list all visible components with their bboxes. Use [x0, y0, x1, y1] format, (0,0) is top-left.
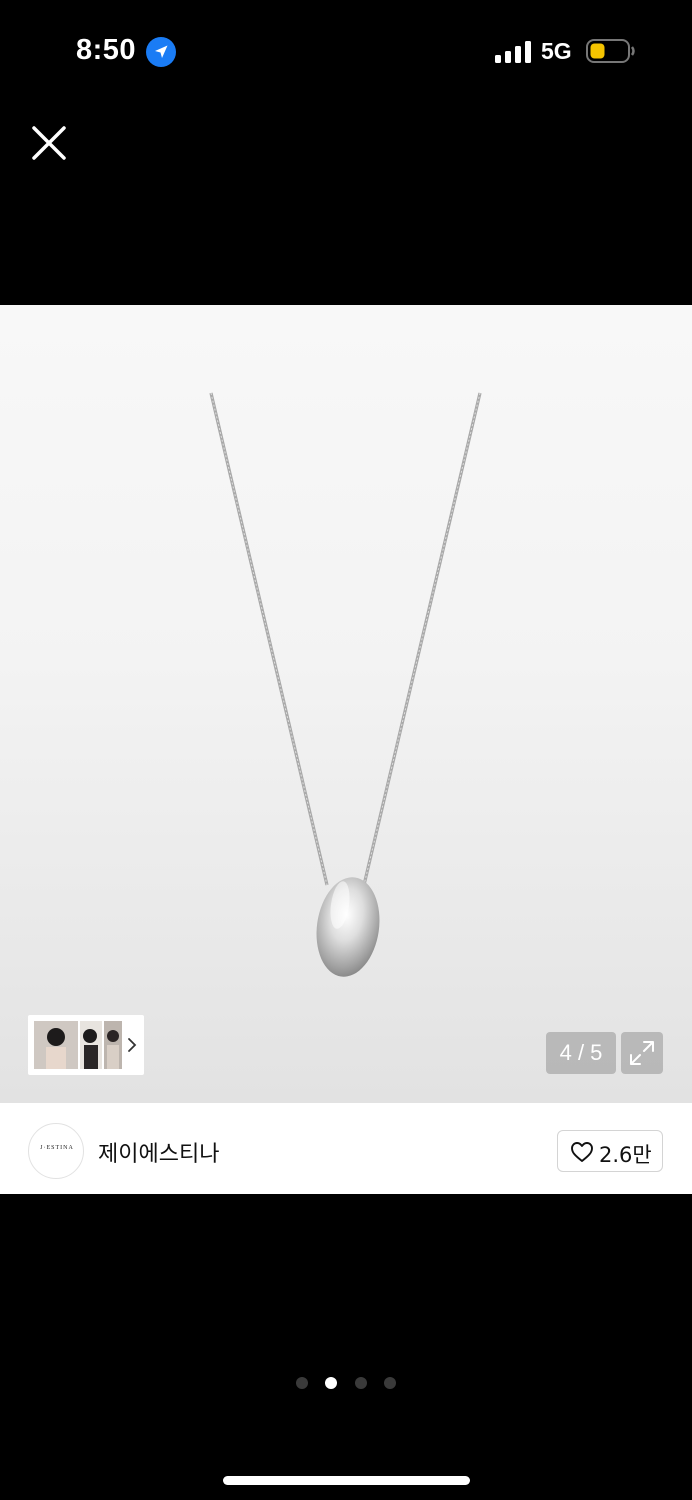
- brand-name[interactable]: 제이에스티나: [98, 1136, 219, 1168]
- expand-icon: [630, 1041, 654, 1065]
- page-dot[interactable]: [355, 1377, 367, 1389]
- network-type: 5G: [541, 38, 572, 64]
- page-dot[interactable]: [384, 1377, 396, 1389]
- brand-logo[interactable]: J·ESTINA: [28, 1123, 84, 1179]
- heart-outline-icon: [571, 1142, 593, 1162]
- brand-logo-text: J·ESTINA: [40, 1145, 74, 1151]
- product-image[interactable]: 4 / 5: [0, 305, 692, 1103]
- signal-bars-icon: [495, 41, 531, 63]
- page-dot-active[interactable]: [325, 1377, 337, 1389]
- location-arrow-icon: [146, 37, 176, 67]
- brand-bar: J·ESTINA 제이에스티나 2.6만: [0, 1103, 692, 1194]
- battery-low-icon: [586, 39, 635, 63]
- page-dot[interactable]: [296, 1377, 308, 1389]
- model-photos-thumbnail: [34, 1021, 122, 1069]
- home-indicator[interactable]: [223, 1476, 470, 1485]
- page-indicator: [296, 1377, 400, 1389]
- image-counter: 4 / 5: [546, 1032, 616, 1074]
- like-count: 2.6만: [599, 1143, 652, 1167]
- close-icon: [32, 126, 66, 160]
- chevron-right-icon: [128, 1038, 137, 1052]
- like-button[interactable]: 2.6만: [557, 1130, 663, 1172]
- close-button[interactable]: [28, 122, 70, 164]
- status-time: 8:50: [76, 34, 137, 66]
- status-bar: 8:50 5G: [0, 0, 692, 100]
- model-thumbnail-link[interactable]: [28, 1015, 144, 1075]
- necklace-image: [209, 392, 482, 977]
- expand-button[interactable]: [621, 1032, 663, 1074]
